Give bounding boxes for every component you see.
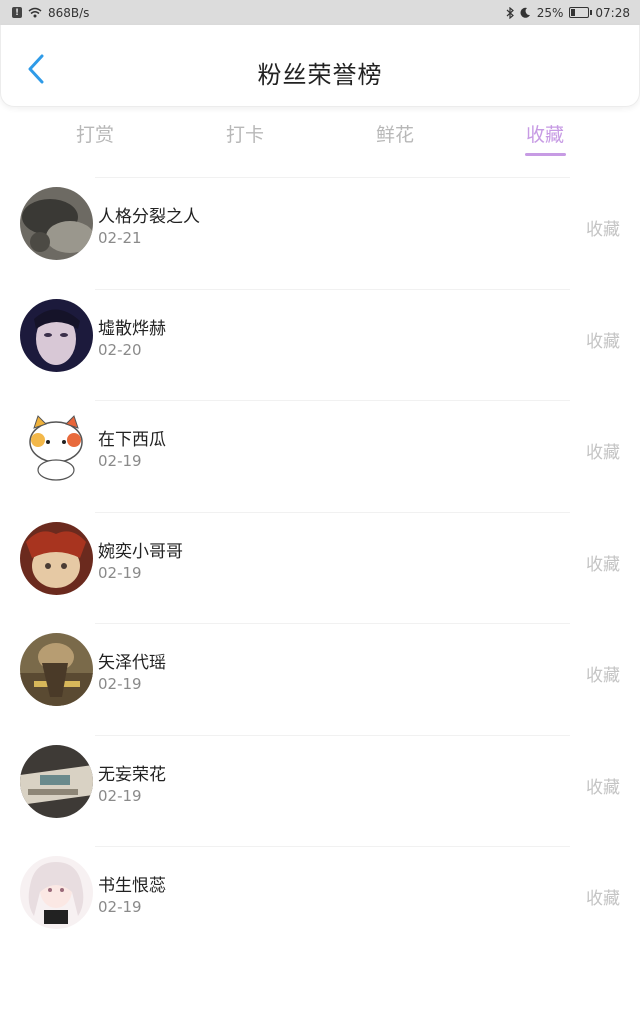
battery-icon <box>569 7 593 18</box>
favorite-label: 收藏 <box>586 554 620 575</box>
divider <box>95 623 570 624</box>
favorite-label: 收藏 <box>586 777 620 798</box>
active-tab-indicator <box>525 153 566 156</box>
list-item[interactable]: 书生恨蕊 02-19 收藏 <box>0 846 640 958</box>
fan-name: 矢泽代瑶 <box>98 653 166 673</box>
fan-date: 02-19 <box>98 563 142 582</box>
fan-name: 墟散烨赫 <box>98 318 166 339</box>
avatar[interactable] <box>20 298 93 372</box>
list-item[interactable]: 人格分裂之人 02-21 收藏 <box>0 177 640 289</box>
divider <box>95 846 570 847</box>
favorite-label: 收藏 <box>586 331 620 352</box>
battery-percent: 25% <box>536 5 564 20</box>
fan-date: 02-19 <box>98 452 142 470</box>
fan-name: 在下西瓜 <box>98 430 166 450</box>
list-item[interactable]: 在下西瓜 02-19 收藏 <box>0 400 640 512</box>
list-item[interactable]: 墟散烨赫 02-20 收藏 <box>0 288 640 401</box>
fan-name: 婉奕小哥哥 <box>98 541 183 562</box>
tab-flowers[interactable]: 鲜花 <box>345 120 445 147</box>
status-left: ! 868B/s <box>12 6 89 20</box>
favorite-label: 收藏 <box>586 443 620 463</box>
status-right: 25% 07:28 <box>506 6 630 20</box>
fan-date: 02-19 <box>98 898 142 916</box>
divider <box>95 288 570 290</box>
avatar[interactable] <box>20 856 93 929</box>
avatar[interactable] <box>20 521 93 595</box>
net-speed: 868B/s <box>48 5 90 20</box>
avatar[interactable] <box>20 633 93 706</box>
fan-date: 02-21 <box>98 229 142 247</box>
list-item[interactable]: 无妄荣花 02-19 收藏 <box>0 734 640 847</box>
favorite-label: 收藏 <box>586 220 620 240</box>
fan-name: 书生恨蕊 <box>98 876 166 896</box>
page-title: 粉丝荣誉榜 <box>257 61 383 89</box>
tab-bar: 打赏 打卡 鲜花 收藏 <box>0 112 640 162</box>
favorite-label: 收藏 <box>586 666 620 686</box>
alert-icon: ! <box>12 7 22 18</box>
bluetooth-icon <box>506 6 514 19</box>
status-bar: ! 868B/s 25% 07:28 <box>0 0 640 25</box>
moon-icon <box>520 7 530 18</box>
fan-name: 无妄荣花 <box>98 764 166 785</box>
fan-date: 02-19 <box>98 675 142 693</box>
divider <box>95 734 570 736</box>
list-item[interactable]: 矢泽代瑶 02-19 收藏 <box>0 623 640 735</box>
fan-list: 人格分裂之人 02-21 收藏 墟散烨赫 02-20 收藏 在下西瓜 02-19… <box>0 177 640 958</box>
wifi-icon <box>28 7 42 18</box>
fan-date: 02-19 <box>98 786 142 805</box>
favorite-label: 收藏 <box>586 889 620 909</box>
tab-favorites[interactable]: 收藏 <box>495 120 595 147</box>
list-item[interactable]: 婉奕小哥哥 02-19 收藏 <box>0 511 640 624</box>
tab-checkin[interactable]: 打卡 <box>195 120 295 147</box>
avatar[interactable] <box>20 410 93 483</box>
fan-date: 02-20 <box>98 340 142 359</box>
divider <box>95 177 570 178</box>
avatar[interactable] <box>20 744 93 818</box>
tab-reward[interactable]: 打赏 <box>45 120 145 147</box>
fan-name: 人格分裂之人 <box>98 207 200 227</box>
divider <box>95 400 570 401</box>
avatar[interactable] <box>20 187 93 260</box>
clock: 07:28 <box>595 5 630 20</box>
battery-fill <box>571 9 576 16</box>
header: 粉丝荣誉榜 <box>0 25 640 107</box>
divider <box>95 511 570 513</box>
